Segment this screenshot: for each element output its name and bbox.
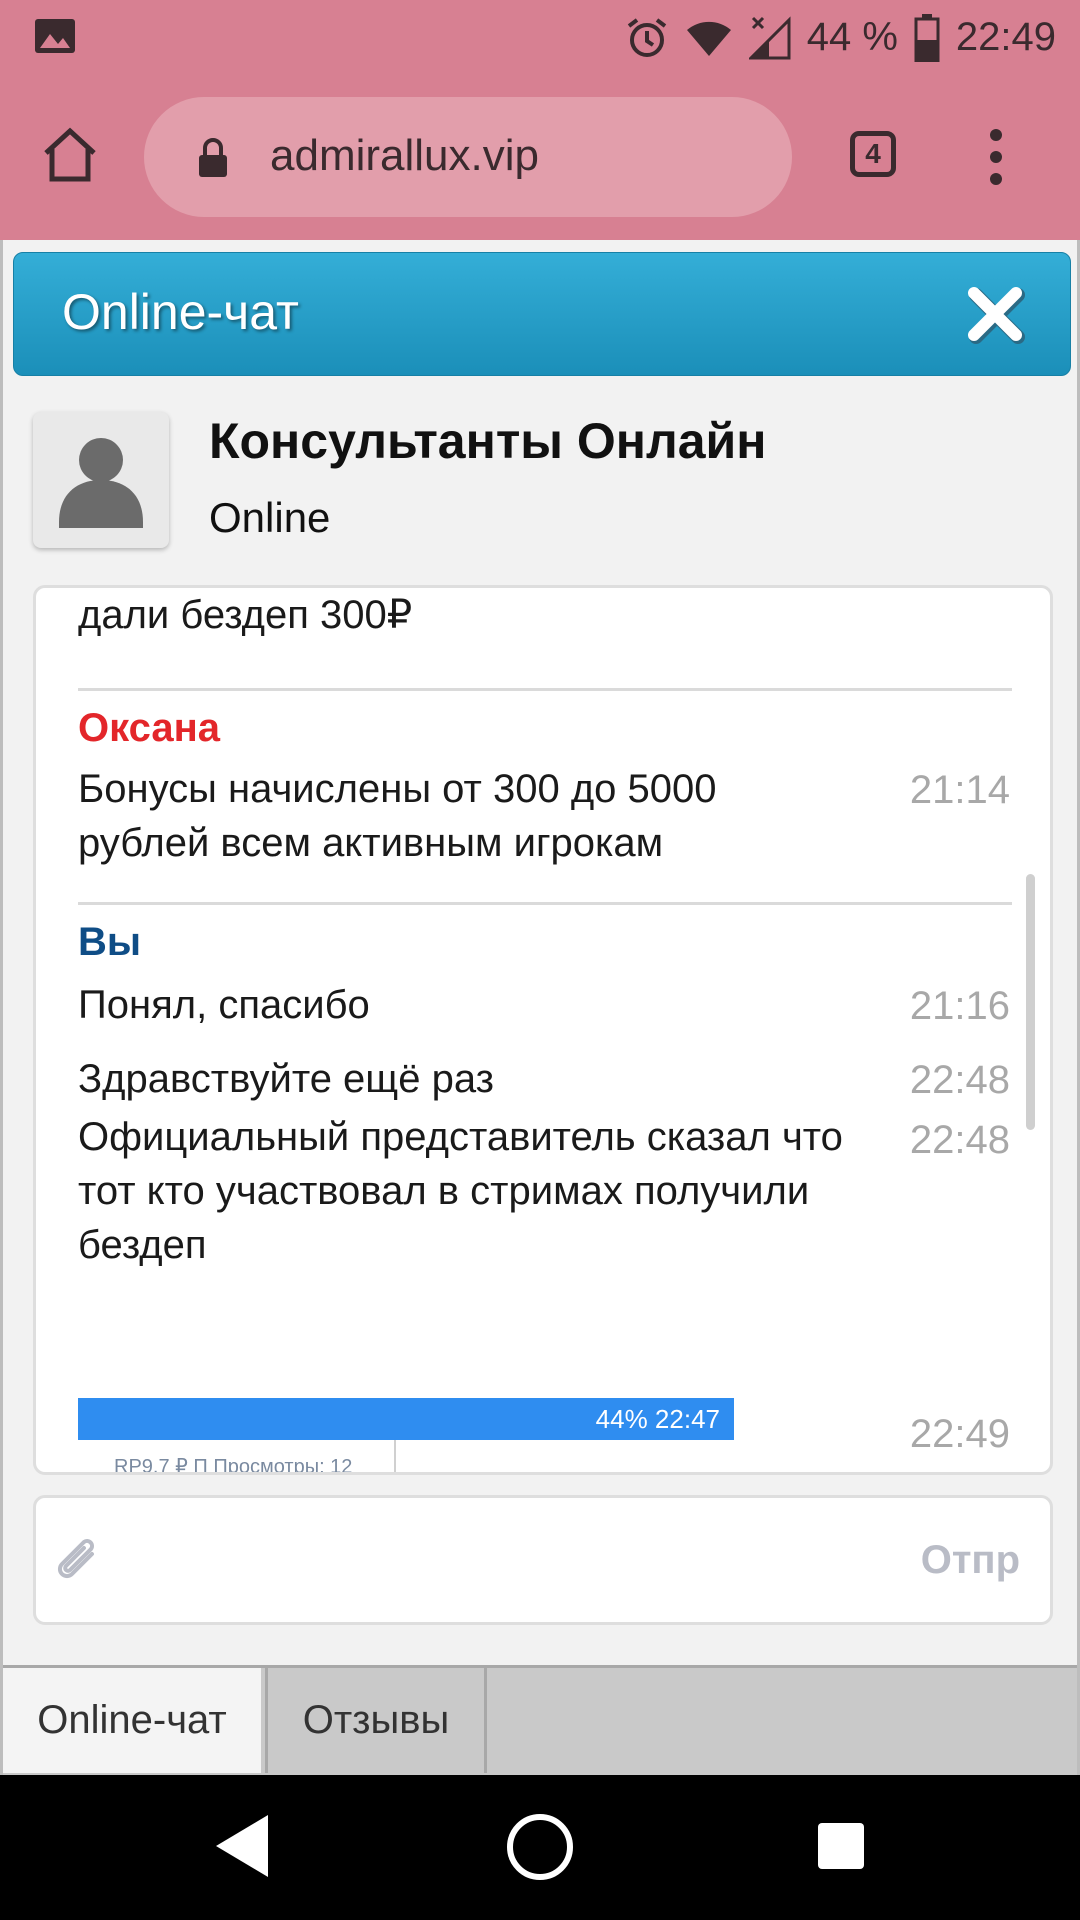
attachment-status-bar: 44% 22:47 bbox=[78, 1398, 734, 1440]
url-text: admirallux.vip bbox=[270, 131, 539, 180]
message-time: 21:16 bbox=[909, 984, 1010, 1028]
message-input[interactable]: Отпр bbox=[33, 1495, 1053, 1625]
scrollbar[interactable] bbox=[1026, 874, 1035, 1130]
tab-switcher-button[interactable]: 4 bbox=[850, 131, 896, 177]
back-icon[interactable] bbox=[214, 1813, 270, 1879]
consultant-status: Online bbox=[209, 494, 331, 541]
attachment-thumbnail[interactable]: 44% 22:47 RP9.7 ₽ П Просмотры: 12 bbox=[78, 1398, 734, 1475]
message-list[interactable]: дали бездеп 300₽ Оксана Бонусы начислены… bbox=[33, 585, 1053, 1475]
message-time: 22:49 bbox=[909, 1412, 1010, 1456]
browser-toolbar: admirallux.vip 4 bbox=[0, 75, 1080, 240]
cell-signal-icon bbox=[748, 15, 791, 60]
message-divider bbox=[78, 902, 1012, 905]
tab-online-chat[interactable]: Online-чат bbox=[3, 1668, 261, 1773]
message-time: 21:14 bbox=[909, 768, 1010, 812]
message-text: Официальный представитель сказал что тот… bbox=[78, 1115, 843, 1267]
recents-icon[interactable] bbox=[818, 1823, 864, 1869]
send-button[interactable]: Отпр bbox=[921, 1538, 1020, 1583]
chat-title: Online-чат bbox=[62, 284, 299, 340]
message-time: 22:48 bbox=[909, 1058, 1010, 1102]
wifi-icon bbox=[685, 18, 733, 58]
message-text: Понял, спасибо bbox=[78, 983, 370, 1027]
home-circle-icon[interactable] bbox=[506, 1813, 574, 1881]
message-text: Здравствуйте ещё раз bbox=[78, 1057, 494, 1101]
lock-icon bbox=[199, 138, 227, 177]
overflow-menu-icon[interactable] bbox=[984, 127, 1008, 187]
author-name: Оксана bbox=[78, 706, 220, 750]
chat-header: Online-чат bbox=[13, 252, 1071, 376]
address-bar[interactable]: admirallux.vip bbox=[144, 97, 792, 217]
status-bar: 44 % 22:49 bbox=[0, 0, 1080, 75]
message-divider bbox=[78, 688, 1012, 691]
user-silhouette-icon bbox=[59, 438, 143, 528]
battery-percent: 44 % bbox=[806, 15, 898, 59]
attachment-divider bbox=[394, 1440, 396, 1472]
alarm-icon bbox=[625, 16, 669, 60]
paperclip-icon[interactable] bbox=[54, 1536, 104, 1588]
tab-reviews[interactable]: Отзывы bbox=[265, 1668, 487, 1773]
battery-icon bbox=[914, 13, 940, 62]
author-name: Вы bbox=[78, 920, 142, 964]
message-time: 22:48 bbox=[909, 1118, 1010, 1162]
gallery-notification-icon bbox=[35, 19, 75, 53]
chat-widget: Online-чат Консультанты Онлайн Online да… bbox=[0, 240, 1080, 1776]
widget-tab-bar: Online-чат Отзывы bbox=[3, 1665, 1077, 1776]
message-text: Бонусы начислены от 300 до 5000 рублей в… bbox=[78, 767, 717, 865]
consultant-name: Консультанты Онлайн bbox=[209, 413, 767, 469]
home-icon[interactable] bbox=[40, 125, 100, 185]
message-text: дали бездеп 300₽ bbox=[78, 593, 413, 637]
navigation-bar bbox=[0, 1775, 1080, 1920]
close-icon[interactable] bbox=[964, 283, 1026, 345]
attachment-body-text: RP9.7 ₽ П Просмотры: 12 bbox=[114, 1456, 353, 1475]
avatar bbox=[33, 412, 169, 548]
clock: 22:49 bbox=[955, 15, 1056, 59]
attachment-status-text: 44% 22:47 bbox=[595, 1404, 720, 1434]
